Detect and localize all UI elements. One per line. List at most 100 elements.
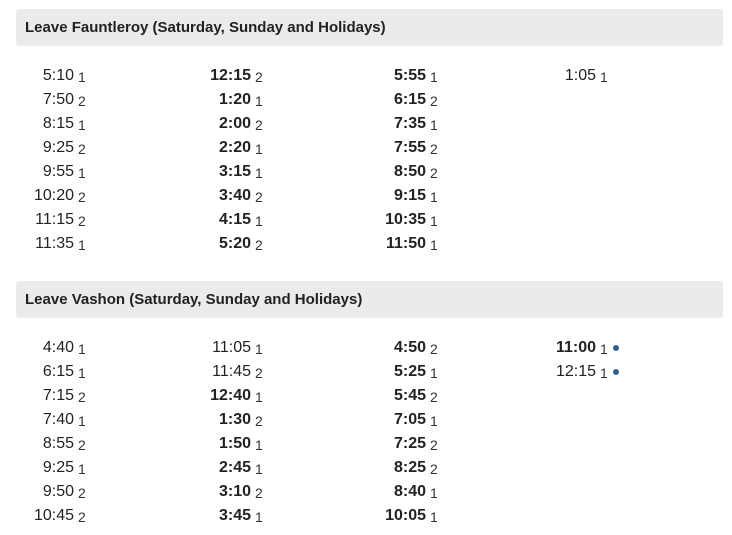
- vessel-number: 1: [430, 413, 438, 429]
- vessel-number: 2: [255, 189, 263, 205]
- departure-time: 9:55: [42, 163, 74, 180]
- vessel-number: 2: [255, 413, 263, 429]
- departure-entry: 11:45 2: [171, 360, 263, 384]
- vessel-number: 2: [430, 341, 438, 357]
- vessel-number: 2: [430, 437, 438, 453]
- vessel-number: 2: [255, 69, 263, 85]
- vessel-number: 1: [255, 389, 263, 405]
- vessel-number: 2: [78, 437, 86, 453]
- vessel-number: 1: [78, 165, 86, 181]
- departure-entry: 5:20 2: [171, 232, 263, 256]
- departure-time: 12:15: [210, 67, 251, 84]
- departure-entry: 5:45 2: [346, 384, 438, 408]
- vessel-number: 1: [430, 69, 438, 85]
- departure-entry: 8:55 2: [0, 432, 86, 456]
- departure-time: 8:40: [393, 483, 426, 500]
- vessel-number: 1: [430, 117, 438, 133]
- vessel-number: 2: [430, 141, 438, 157]
- departure-entry: 3:15 1: [171, 160, 263, 184]
- departure-time: 12:15: [555, 363, 596, 380]
- departure-time: 5:55: [393, 67, 426, 84]
- vessel-number: 1: [255, 461, 263, 477]
- departure-time: 9:25: [42, 139, 74, 156]
- departure-entry: 8:15 1: [0, 112, 86, 136]
- vessel-number: 2: [255, 365, 263, 381]
- departure-entry: 12:15 1: [516, 360, 619, 384]
- section-title: Leave Vashon (Saturday, Sunday and Holid…: [25, 291, 363, 308]
- note-dot-icon: [613, 345, 619, 351]
- vessel-number: 1: [430, 485, 438, 501]
- departure-time: 4:50: [393, 339, 426, 356]
- vessel-number: 1: [78, 237, 86, 253]
- departure-time: 3:40: [218, 187, 251, 204]
- departure-time: 11:35: [35, 235, 74, 252]
- departure-time: 5:10: [42, 67, 74, 84]
- vessel-number: 1: [255, 93, 263, 109]
- departure-entry: 5:10 1: [0, 64, 86, 88]
- section-title: Leave Fauntleroy (Saturday, Sunday and H…: [25, 19, 386, 36]
- departure-time: 7:50: [42, 91, 74, 108]
- departure-entry: 8:50 2: [346, 160, 438, 184]
- vessel-number: 1: [600, 365, 608, 381]
- departure-entry: 6:15 2: [346, 88, 438, 112]
- section-header: Leave Fauntleroy (Saturday, Sunday and H…: [16, 9, 723, 46]
- departure-entry: 5:55 1: [346, 64, 438, 88]
- vessel-number: 2: [78, 189, 86, 205]
- departure-entry: 9:25 2: [0, 136, 86, 160]
- departure-time: 9:15: [393, 187, 426, 204]
- vessel-number: 2: [430, 461, 438, 477]
- vessel-number: 1: [78, 341, 86, 357]
- departure-entry: 11:35 1: [0, 232, 86, 256]
- departure-time: 9:50: [42, 483, 74, 500]
- departure-time: 4:40: [42, 339, 74, 356]
- departure-time: 1:30: [218, 411, 251, 428]
- departure-time: 4:15: [218, 211, 251, 228]
- departure-entry: 12:40 1: [171, 384, 263, 408]
- vessel-number: 2: [78, 93, 86, 109]
- departure-time: 8:50: [393, 163, 426, 180]
- departure-time: 2:20: [218, 139, 251, 156]
- vessel-number: 1: [78, 461, 86, 477]
- departure-entry: 7:05 1: [346, 408, 438, 432]
- departure-time: 1:20: [218, 91, 251, 108]
- departure-entry: 10:20 2: [0, 184, 86, 208]
- departure-entry: 7:55 2: [346, 136, 438, 160]
- vessel-number: 2: [255, 485, 263, 501]
- departure-entry: 1:20 1: [171, 88, 263, 112]
- departure-entry: 10:35 1: [346, 208, 438, 232]
- departure-entry: 9:50 2: [0, 480, 86, 504]
- departure-entry: 2:00 2: [171, 112, 263, 136]
- departure-entry: 11:15 2: [0, 208, 86, 232]
- departure-time: 10:35: [385, 211, 426, 228]
- departure-time: 1:05: [564, 67, 596, 84]
- vessel-number: 1: [430, 237, 438, 253]
- departure-entry: 7:35 1: [346, 112, 438, 136]
- vessel-number: 2: [430, 165, 438, 181]
- departure-time: 2:00: [218, 115, 251, 132]
- departure-time: 1:50: [218, 435, 251, 452]
- vessel-number: 1: [78, 413, 86, 429]
- departure-entry: 7:50 2: [0, 88, 86, 112]
- section-header: Leave Vashon (Saturday, Sunday and Holid…: [16, 281, 723, 318]
- departure-time: 11:50: [385, 235, 426, 252]
- vessel-number: 1: [430, 509, 438, 525]
- vessel-number: 1: [255, 437, 263, 453]
- vessel-number: 1: [430, 365, 438, 381]
- departure-entry: 4:50 2: [346, 336, 438, 360]
- departure-entry: 7:25 2: [346, 432, 438, 456]
- departure-entry: 2:20 1: [171, 136, 263, 160]
- departure-entry: 6:15 1: [0, 360, 86, 384]
- departure-entry: 12:15 2: [171, 64, 263, 88]
- departure-entry: 9:55 1: [0, 160, 86, 184]
- vessel-number: 2: [78, 485, 86, 501]
- vessel-number: 2: [78, 213, 86, 229]
- departure-time: 3:10: [218, 483, 251, 500]
- vessel-number: 2: [255, 237, 263, 253]
- departure-time: 7:15: [42, 387, 74, 404]
- departure-time: 8:15: [42, 115, 74, 132]
- vessel-number: 2: [255, 117, 263, 133]
- departure-time: 11:45: [212, 363, 251, 380]
- departure-entry: 9:25 1: [0, 456, 86, 480]
- departure-entry: 4:15 1: [171, 208, 263, 232]
- departure-time: 11:05: [212, 339, 251, 356]
